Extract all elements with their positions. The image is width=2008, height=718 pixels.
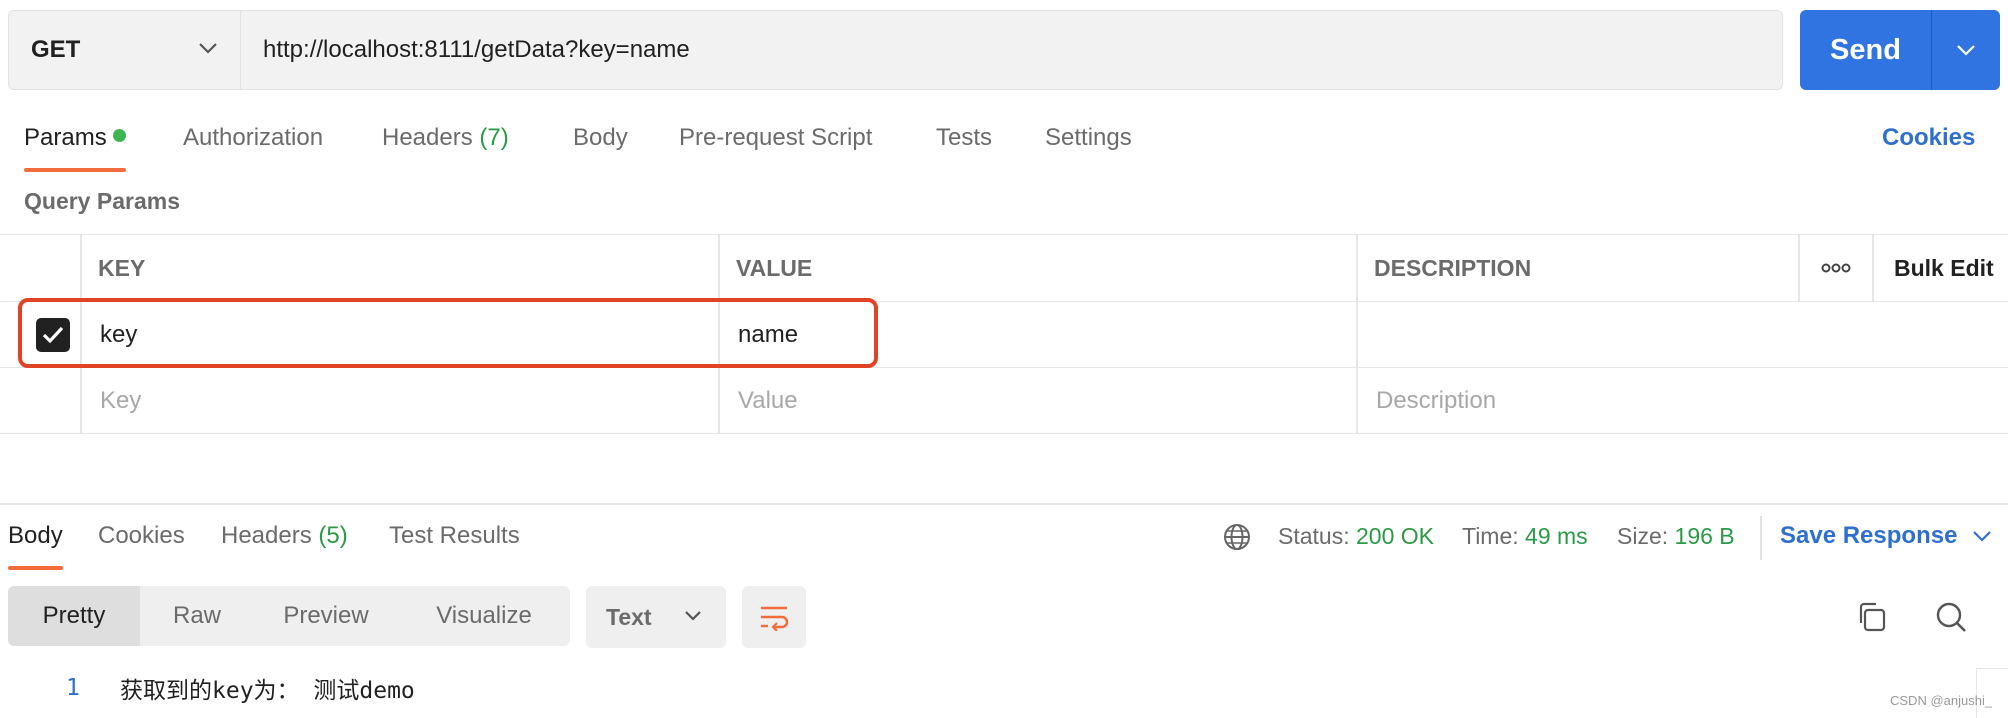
column-header-value: VALUE xyxy=(736,254,813,281)
response-tab-cookies[interactable]: Cookies xyxy=(98,516,185,570)
search-icon[interactable] xyxy=(1930,596,1972,638)
tab-headers[interactable]: Headers (7) xyxy=(382,118,509,172)
wrap-lines-icon xyxy=(761,606,789,631)
response-tab-body[interactable]: Body xyxy=(8,516,63,570)
tab-authorization[interactable]: Authorization xyxy=(183,118,323,172)
cookies-link[interactable]: Cookies xyxy=(1882,118,1975,158)
globe-icon[interactable] xyxy=(1222,522,1252,564)
tab-body[interactable]: Body xyxy=(573,118,628,172)
column-header-key: KEY xyxy=(98,254,146,281)
annotation-highlight-box xyxy=(18,298,878,368)
save-response-button[interactable]: Save Response xyxy=(1780,516,1992,556)
time-value: 49 ms xyxy=(1525,523,1588,549)
status-dot-icon xyxy=(112,129,126,142)
separator xyxy=(1760,516,1762,560)
send-options-button[interactable] xyxy=(1932,10,2000,90)
wrap-lines-button[interactable] xyxy=(742,586,806,648)
copy-icon[interactable] xyxy=(1851,596,1893,638)
response-body-text: 获取到的key为： 测试demo xyxy=(120,678,415,704)
chevron-down-icon xyxy=(1957,45,1975,56)
response-time: Time: 49 ms xyxy=(1462,523,1588,549)
query-params-title: Query Params xyxy=(24,188,180,214)
table-header-row: KEY VALUE DESCRIPTION Bulk Edit xyxy=(0,234,2008,302)
section-divider xyxy=(0,503,2008,505)
chevron-down-icon xyxy=(685,611,701,621)
chevron-down-icon xyxy=(1973,531,1991,542)
new-description-field[interactable]: Description xyxy=(1376,368,1496,433)
active-tab-indicator xyxy=(8,566,63,570)
format-label: Text xyxy=(606,603,652,630)
active-tab-indicator xyxy=(24,168,126,172)
method-select[interactable]: GET xyxy=(9,11,241,89)
tab-tests[interactable]: Tests xyxy=(936,118,992,172)
response-size: Size: 196 B xyxy=(1617,523,1735,549)
headers-count: (5) xyxy=(318,522,348,549)
view-mode-preview[interactable]: Preview xyxy=(254,586,398,646)
tab-params[interactable]: Params xyxy=(24,118,126,172)
watermark: CSDN @anjushi_ xyxy=(1890,693,1993,708)
request-tabs: Params Authorization Headers (7) Body Pr… xyxy=(0,118,2008,172)
send-button[interactable]: Send xyxy=(1800,10,1932,90)
view-mode-visualize[interactable]: Visualize xyxy=(398,586,570,646)
view-mode-pretty[interactable]: Pretty xyxy=(8,586,140,646)
tab-label: Body xyxy=(8,522,63,549)
response-tab-headers[interactable]: Headers (5) xyxy=(221,516,348,570)
url-text: http://localhost:8111/getData?key=name xyxy=(263,36,690,63)
chevron-down-icon xyxy=(199,43,217,54)
save-response-label: Save Response xyxy=(1780,522,1958,549)
tab-label: Params xyxy=(24,124,107,151)
line-number: 1 xyxy=(66,675,80,701)
status-code: 200 OK xyxy=(1356,523,1434,549)
url-input[interactable]: http://localhost:8111/getData?key=name xyxy=(241,11,1782,89)
response-tab-test-results[interactable]: Test Results xyxy=(389,516,520,570)
tab-settings[interactable]: Settings xyxy=(1045,118,1132,172)
request-bar: GET http://localhost:8111/getData?key=na… xyxy=(8,10,1783,90)
tab-pre-request-script[interactable]: Pre-request Script xyxy=(679,118,872,172)
column-header-description: DESCRIPTION xyxy=(1374,254,1532,281)
tab-label: Headers xyxy=(382,124,473,151)
view-mode-raw[interactable]: Raw xyxy=(140,586,254,646)
send-button-group: Send xyxy=(1800,10,2000,90)
view-mode-segmented-control: Pretty Raw Preview Visualize xyxy=(8,586,570,646)
method-label: GET xyxy=(31,36,81,63)
response-status: Status: 200 OK xyxy=(1278,523,1434,549)
more-options-icon[interactable] xyxy=(1821,235,1851,301)
tab-label: Headers xyxy=(221,522,312,549)
format-select[interactable]: Text xyxy=(586,586,726,648)
size-value: 196 B xyxy=(1674,523,1735,549)
headers-count: (7) xyxy=(479,124,509,151)
table-row-empty: Key Value Description xyxy=(0,368,2008,434)
bulk-edit-button[interactable]: Bulk Edit xyxy=(1894,235,1994,301)
new-value-field[interactable]: Value xyxy=(738,368,798,433)
new-key-field[interactable]: Key xyxy=(100,368,141,433)
param-description-field[interactable] xyxy=(1374,302,1994,367)
